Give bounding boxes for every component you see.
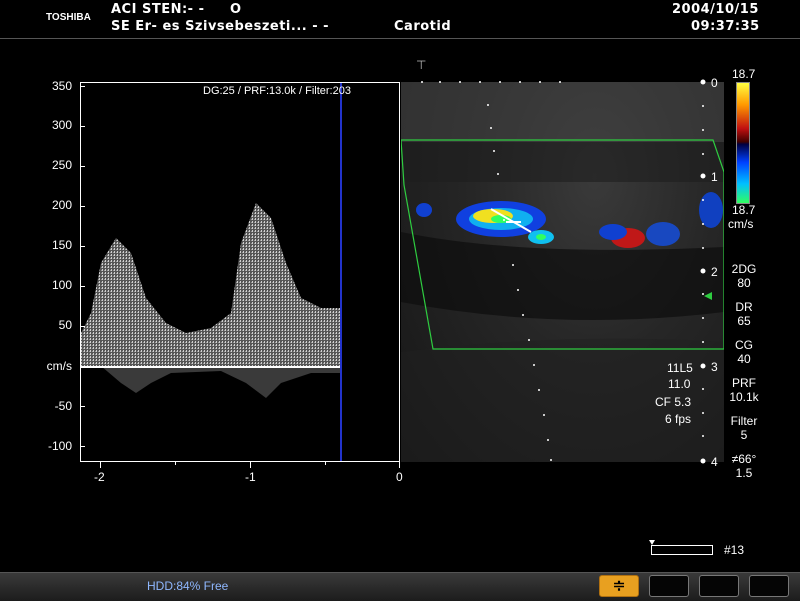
y-tick-neg50: -50 xyxy=(54,399,72,413)
y-tickmark xyxy=(80,86,85,87)
x-tick-neg1: -1 xyxy=(245,470,256,484)
y-unit-label: cm/s xyxy=(46,359,72,373)
freeze-button[interactable]: ≑ xyxy=(599,575,639,597)
x-tickmark xyxy=(325,462,326,465)
study-name: Carotid xyxy=(394,19,452,34)
y-tick-350: 350 xyxy=(51,79,72,93)
doppler-spectrum-forward xyxy=(81,203,341,366)
colorbar-unit: cm/s xyxy=(728,217,754,231)
y-tickmark xyxy=(80,206,85,207)
x-tick-neg2: -2 xyxy=(94,470,105,484)
soft-key-1[interactable] xyxy=(649,575,689,597)
soft-key-2[interactable] xyxy=(699,575,739,597)
institution: SE Er- es Szivsebeszeti... - - xyxy=(111,19,330,34)
top-marker-icon: ⊤ xyxy=(416,58,427,72)
depth-scale: 0 1 2 3 4 xyxy=(698,76,728,469)
probe-model: 11L5 xyxy=(667,361,693,375)
depth-label-3: 3 xyxy=(711,360,718,374)
frame-rate: 6 fps xyxy=(665,412,692,426)
header-divider xyxy=(0,38,800,39)
cine-scroll-bar[interactable] xyxy=(651,545,713,555)
param-filter: Filter 5 xyxy=(730,414,758,442)
y-tickmark xyxy=(80,286,85,287)
param-prf: PRF 10.1k xyxy=(729,376,759,404)
doppler-panel: DG:25 / PRF:13.0k / Filter:203 xyxy=(80,82,400,462)
x-tickmark xyxy=(250,462,251,468)
param-2dg: 2DG 80 xyxy=(731,262,757,290)
brand-logo: TOSHIBA xyxy=(46,12,91,23)
doppler-spectrum xyxy=(81,83,342,461)
y-tick-150: 150 xyxy=(51,238,72,252)
exam-date: 2004/10/15 xyxy=(672,2,759,17)
exam-time: 09:37:35 xyxy=(691,19,760,34)
y-tickmark xyxy=(80,246,85,247)
doppler-spectrum-reverse xyxy=(101,366,341,398)
param-dr: DR 65 xyxy=(735,300,753,328)
colorbar-top-value: 18.7 xyxy=(732,67,756,81)
depth-label-0: 0 xyxy=(711,76,718,90)
exam-mark: O xyxy=(230,2,242,17)
y-tickmark xyxy=(80,166,85,167)
depth-label-1: 1 xyxy=(711,170,718,184)
y-tickmark xyxy=(80,326,85,327)
param-cg: CG 40 xyxy=(735,338,753,366)
y-tick-200: 200 xyxy=(51,198,72,212)
cine-frame-number: #13 xyxy=(724,543,745,557)
y-tick-50: 50 xyxy=(58,318,72,332)
hdd-status: HDD:84% Free xyxy=(147,579,229,593)
y-tickmark xyxy=(80,406,85,407)
probe-frequency: 11.0 xyxy=(668,377,691,391)
exam-label: ACI STEN:- - xyxy=(111,2,205,17)
param-angle: ≠66° 1.5 xyxy=(731,452,757,480)
colorbar-bottom-value: 18.7 xyxy=(732,203,756,217)
x-tick-0: 0 xyxy=(396,470,403,484)
color-frequency: CF 5.3 xyxy=(655,395,692,409)
x-tickmark xyxy=(175,462,176,465)
x-tickmark xyxy=(100,462,101,468)
y-tick-250: 250 xyxy=(51,158,72,172)
depth-label-4: 4 xyxy=(711,455,718,469)
y-tick-100: 100 xyxy=(51,278,72,292)
colorbar xyxy=(736,82,750,204)
doppler-info: DG:25 / PRF:13.0k / Filter:203 xyxy=(203,85,351,97)
y-tickmark xyxy=(80,126,85,127)
y-tickmark xyxy=(80,446,85,447)
soft-key-3[interactable] xyxy=(749,575,789,597)
depth-label-2: 2 xyxy=(711,265,718,279)
y-tick-300: 300 xyxy=(51,118,72,132)
y-tick-neg100: -100 xyxy=(47,439,72,453)
x-tickmark xyxy=(399,462,400,468)
cursor-dots xyxy=(421,81,561,461)
